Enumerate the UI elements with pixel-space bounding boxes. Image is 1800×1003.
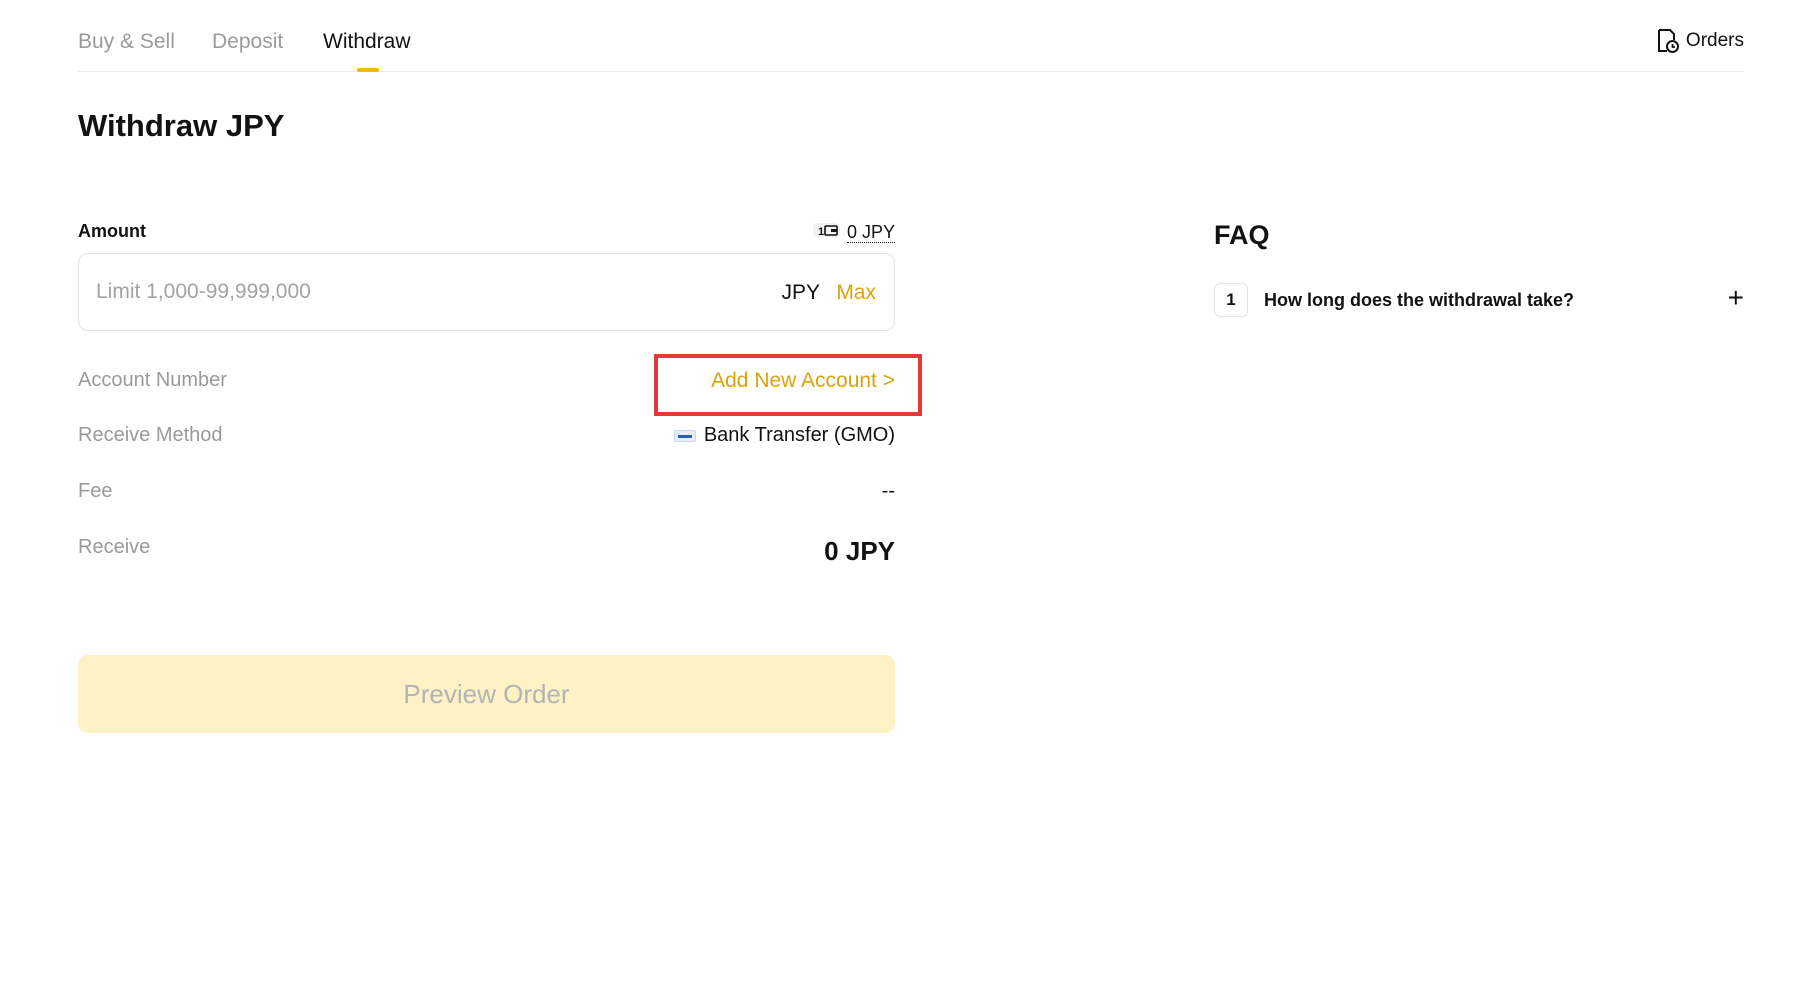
fee-label: Fee [78, 480, 113, 502]
withdraw-form: Amount 1 0 JPY JPY Max Account Number [78, 215, 922, 733]
receive-method-row: Receive Method Bank Transfer (GMO) [78, 416, 895, 456]
receive-method-value: Bank Transfer (GMO) [673, 424, 895, 447]
receive-method-text: Bank Transfer (GMO) [703, 424, 895, 446]
tab-withdraw[interactable]: Withdraw [323, 30, 411, 54]
faq-item-number: 1 [1214, 283, 1248, 317]
amount-field[interactable]: JPY Max [78, 253, 895, 331]
active-tab-indicator [357, 68, 379, 72]
wallet-icon: 1 [812, 221, 842, 244]
receive-label: Receive [78, 536, 151, 558]
balance-value: 0 JPY [846, 222, 895, 243]
amount-label: Amount [78, 221, 146, 241]
orders-icon [1656, 28, 1680, 54]
max-button[interactable]: Max [836, 281, 876, 305]
faq-item[interactable]: 1 How long does the withdrawal take? + [1214, 283, 1744, 317]
top-nav: Buy & Sell Deposit Withdraw Orders [78, 0, 1744, 72]
account-number-row: Account Number Add New Account > [78, 354, 922, 416]
receive-row: Receive 0 JPY [78, 528, 895, 568]
page-title: Withdraw JPY [78, 108, 285, 143]
account-number-label: Account Number [78, 369, 227, 391]
fee-value: -- [881, 480, 895, 502]
receive-method-label: Receive Method [78, 424, 223, 446]
add-new-account-link[interactable]: Add New Account > [711, 369, 895, 393]
faq-item-question: How long does the withdrawal take? [1264, 290, 1575, 310]
faq-section: FAQ 1 How long does the withdrawal take?… [1214, 220, 1744, 317]
tab-deposit[interactable]: Deposit [212, 30, 283, 54]
balance-display[interactable]: 1 0 JPY [812, 221, 895, 244]
orders-button[interactable]: Orders [1656, 28, 1744, 54]
currency-unit: JPY [781, 281, 820, 304]
expand-plus-icon[interactable]: + [1728, 284, 1744, 312]
preview-order-button[interactable]: Preview Order [78, 655, 895, 733]
tab-buy-sell[interactable]: Buy & Sell [78, 30, 175, 54]
amount-input[interactable] [96, 254, 656, 330]
bank-logo-icon [673, 429, 696, 442]
orders-label: Orders [1685, 30, 1744, 51]
faq-title: FAQ [1214, 220, 1270, 250]
fee-row: Fee -- [78, 472, 895, 512]
amount-header: Amount 1 0 JPY [78, 215, 895, 245]
withdraw-page: Buy & Sell Deposit Withdraw Orders Withd… [0, 0, 1800, 1003]
receive-value: 0 JPY [824, 536, 895, 566]
svg-text:1: 1 [818, 226, 824, 238]
